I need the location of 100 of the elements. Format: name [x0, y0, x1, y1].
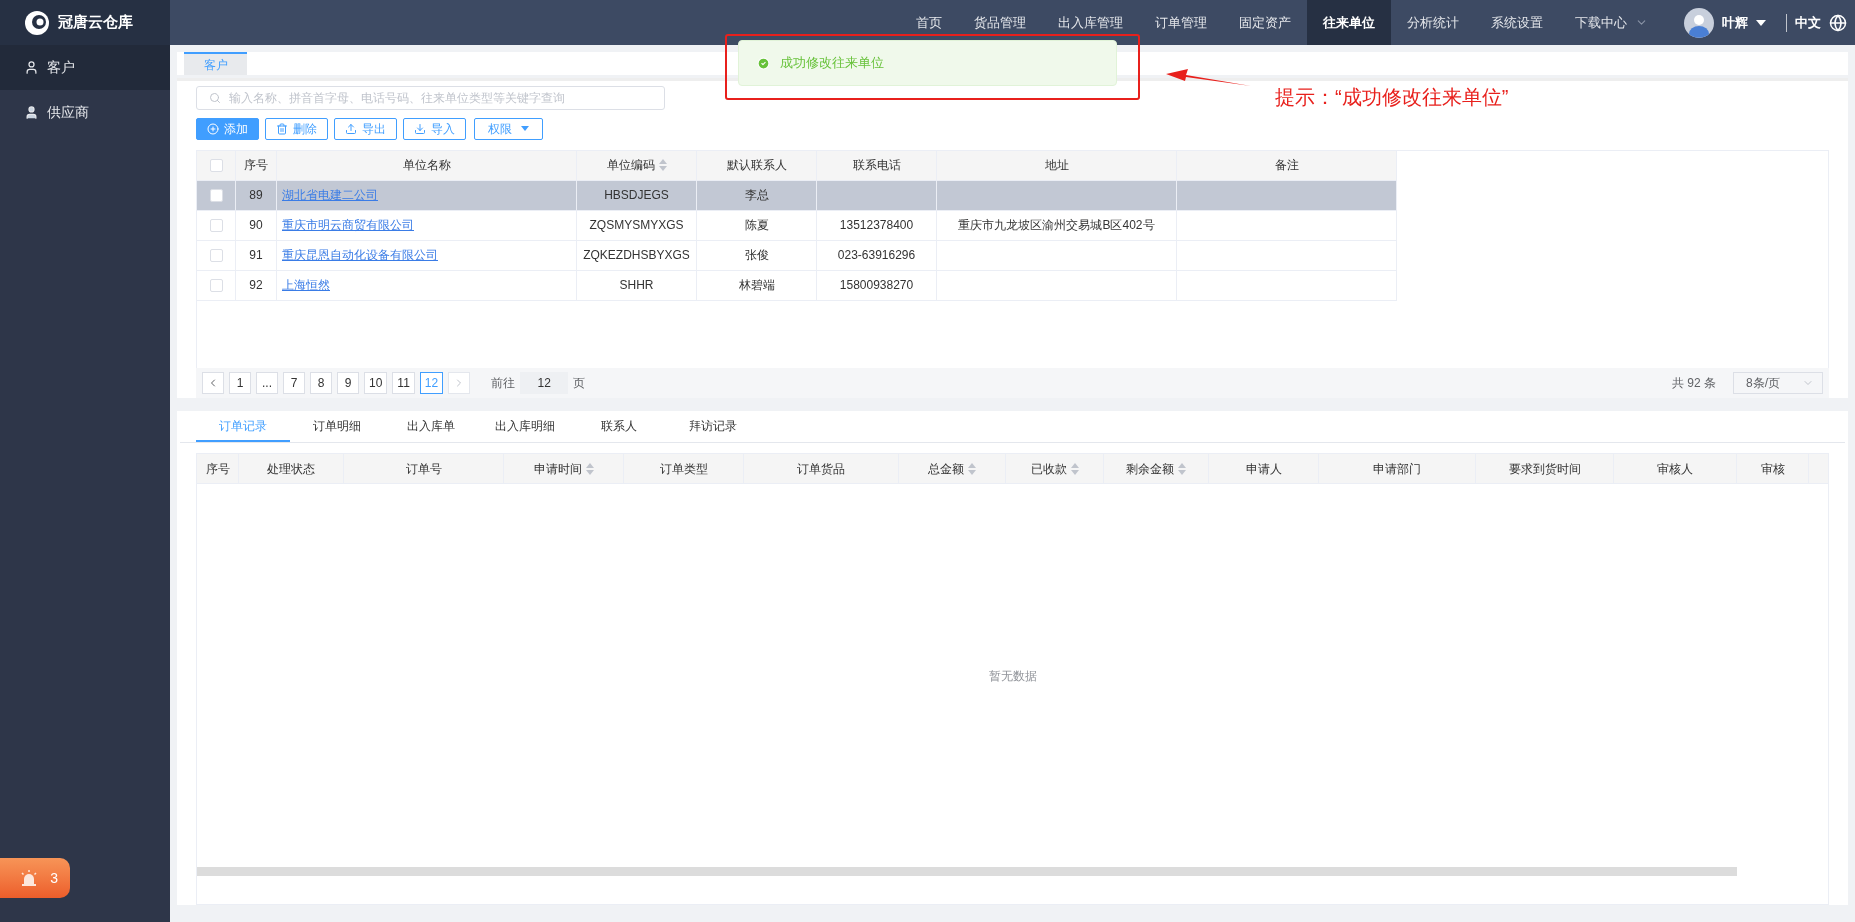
table-cell-text: ZQSMYSMYXGS — [589, 217, 684, 235]
sort-icon[interactable] — [585, 462, 594, 475]
toolbar-icon — [414, 122, 426, 135]
column-header: 申请人 — [1209, 454, 1319, 483]
column-header: 备注 — [1177, 150, 1397, 180]
table-cell-text: 92 — [249, 277, 263, 295]
table-cell-text: 89 — [249, 187, 263, 205]
table-cell-text: 15800938270 — [839, 277, 914, 295]
sort-icon[interactable] — [968, 462, 976, 475]
company-link[interactable]: 上海恒然 — [282, 276, 330, 295]
sidebar-item[interactable]: 客户 — [0, 45, 170, 90]
table-row[interactable]: 90 重庆市明云商贸有限公司 ZQSMYSMYXGS 陈夏 13512378400 重庆市九龙坡区渝州交易城B区402号 — [197, 210, 1397, 241]
column-header: 已收款 — [1006, 454, 1104, 483]
table-cell-text: 林碧端 — [738, 277, 775, 295]
column-header: 审核人 — [1614, 454, 1737, 483]
row-checkbox[interactable] — [209, 248, 223, 262]
table-cell-text: 91 — [249, 247, 263, 265]
table-cell-text: 13512378400 — [839, 217, 914, 235]
nav-item[interactable]: 订单管理 — [1139, 0, 1223, 45]
nav-item[interactable]: 分析统计 — [1391, 0, 1475, 45]
search-field[interactable]: 输入名称、拼音首字母、电话号码、往来单位类型等关键字查询 — [196, 86, 665, 110]
goto-suffix: 页 — [573, 375, 586, 393]
column-header: 单位编码 — [577, 150, 697, 180]
detail-tab[interactable]: 出入库单 — [384, 411, 478, 442]
empty-state-text: 暂无数据 — [988, 667, 1037, 685]
table-row[interactable]: 91 重庆昆恩自动化设备有限公司 ZQKEZDHSBYXGS 张俊 023-63916296 — [197, 240, 1397, 271]
caret-icon — [1756, 19, 1766, 26]
table-cell-text: 重庆市九龙坡区渝州交易城B区402号 — [958, 217, 1155, 235]
detail-tab[interactable]: 联系人 — [572, 411, 666, 442]
nav-item[interactable]: 系统设置 — [1475, 0, 1559, 45]
column-header: 订单号 — [344, 454, 504, 483]
annotation-text: 提示：“成功修改往来单位” — [1275, 85, 1509, 110]
user-name[interactable]: 叶辉 — [1722, 12, 1748, 33]
column-header: 默认联系人 — [697, 150, 817, 180]
nav-item[interactable]: 固定资产 — [1223, 0, 1307, 45]
user-icon — [24, 60, 39, 75]
sort-icon[interactable] — [658, 159, 667, 172]
column-header: 审核 — [1737, 454, 1809, 483]
total-count: 共 92 条 — [1672, 375, 1716, 393]
toolbar-icon — [276, 122, 288, 135]
table-row[interactable]: 92 上海恒然 SHHR 林碧端 15800938270 — [197, 270, 1397, 301]
avatar[interactable] — [1684, 7, 1714, 38]
next-page-button[interactable] — [448, 372, 471, 395]
goto-page-field[interactable]: 12 — [520, 372, 569, 395]
success-toast: 成功修改往来单位 — [738, 40, 1117, 86]
user-icon — [24, 105, 39, 120]
column-header: 订单类型 — [624, 454, 744, 483]
horizontal-scrollbar[interactable] — [197, 867, 1737, 876]
column-header: 序号 — [197, 454, 239, 483]
table-cell-text: 张俊 — [744, 247, 769, 265]
globe-icon[interactable] — [1829, 13, 1847, 32]
page-button[interactable]: 10 — [364, 372, 388, 395]
caret-icon — [521, 126, 529, 132]
logo-icon — [24, 9, 50, 36]
alarm-light-icon — [20, 870, 39, 886]
column-header: 剩余金额 — [1104, 454, 1209, 483]
prev-page-button[interactable] — [202, 372, 224, 395]
row-checkbox[interactable] — [209, 278, 223, 292]
column-header: 申请时间 — [504, 454, 624, 483]
column-header: 订单货品 — [744, 454, 899, 483]
language-label[interactable]: 中文 — [1795, 12, 1821, 33]
table-cell-text: ZQKEZDHSBYXGS — [583, 247, 690, 265]
sort-icon[interactable] — [1070, 462, 1079, 475]
column-header: 单位名称 — [277, 150, 577, 180]
table-cell-text: 90 — [249, 217, 263, 235]
goto-label: 前往 — [491, 375, 516, 393]
page-button[interactable]: 8 — [310, 372, 332, 395]
table-cell-text: 陈夏 — [744, 217, 769, 235]
table-row[interactable]: 89 湖北省电建二公司 HBSDJEGS 李总 — [197, 180, 1397, 211]
toolbar-icon — [345, 122, 357, 135]
row-checkbox[interactable] — [209, 158, 223, 172]
column-header: 要求到货时间 — [1476, 454, 1614, 483]
column-header: 序号 — [236, 150, 277, 180]
page-button[interactable]: 7 — [283, 372, 305, 395]
column-header: 联系电话 — [817, 150, 937, 180]
page-button[interactable]: 9 — [337, 372, 359, 395]
page-button[interactable]: ... — [256, 372, 278, 395]
table-cell-text: 李总 — [744, 187, 769, 205]
page-button[interactable]: 1 — [229, 372, 251, 395]
nav-item[interactable]: 下载中心 — [1559, 0, 1664, 45]
row-checkbox[interactable] — [209, 218, 223, 232]
toolbar-icon — [207, 122, 219, 135]
detail-tab[interactable]: 拜访记录 — [666, 411, 760, 442]
company-link[interactable]: 重庆昆恩自动化设备有限公司 — [282, 246, 438, 265]
nav-item[interactable]: 往来单位 — [1307, 0, 1391, 45]
page-size-select[interactable]: 8条/页 — [1733, 372, 1823, 395]
table-cell-text: 023-63916296 — [837, 247, 916, 265]
page-button[interactable]: 11 — [392, 372, 415, 395]
search-icon — [209, 91, 221, 104]
row-checkbox[interactable] — [209, 188, 223, 202]
company-link[interactable]: 重庆市明云商贸有限公司 — [282, 216, 414, 235]
column-header: 申请部门 — [1319, 454, 1476, 483]
column-header: 总金额 — [899, 454, 1006, 483]
sort-icon[interactable] — [1178, 462, 1186, 475]
detail-tab[interactable]: 出入库明细 — [478, 411, 572, 442]
alarm-count: 3 — [50, 868, 58, 888]
column-header: 地址 — [937, 150, 1177, 180]
table-cell-text: SHHR — [619, 277, 654, 295]
detail-tab[interactable]: 订单明细 — [290, 411, 384, 442]
app-name: 冠唐云仓库 — [58, 12, 133, 33]
